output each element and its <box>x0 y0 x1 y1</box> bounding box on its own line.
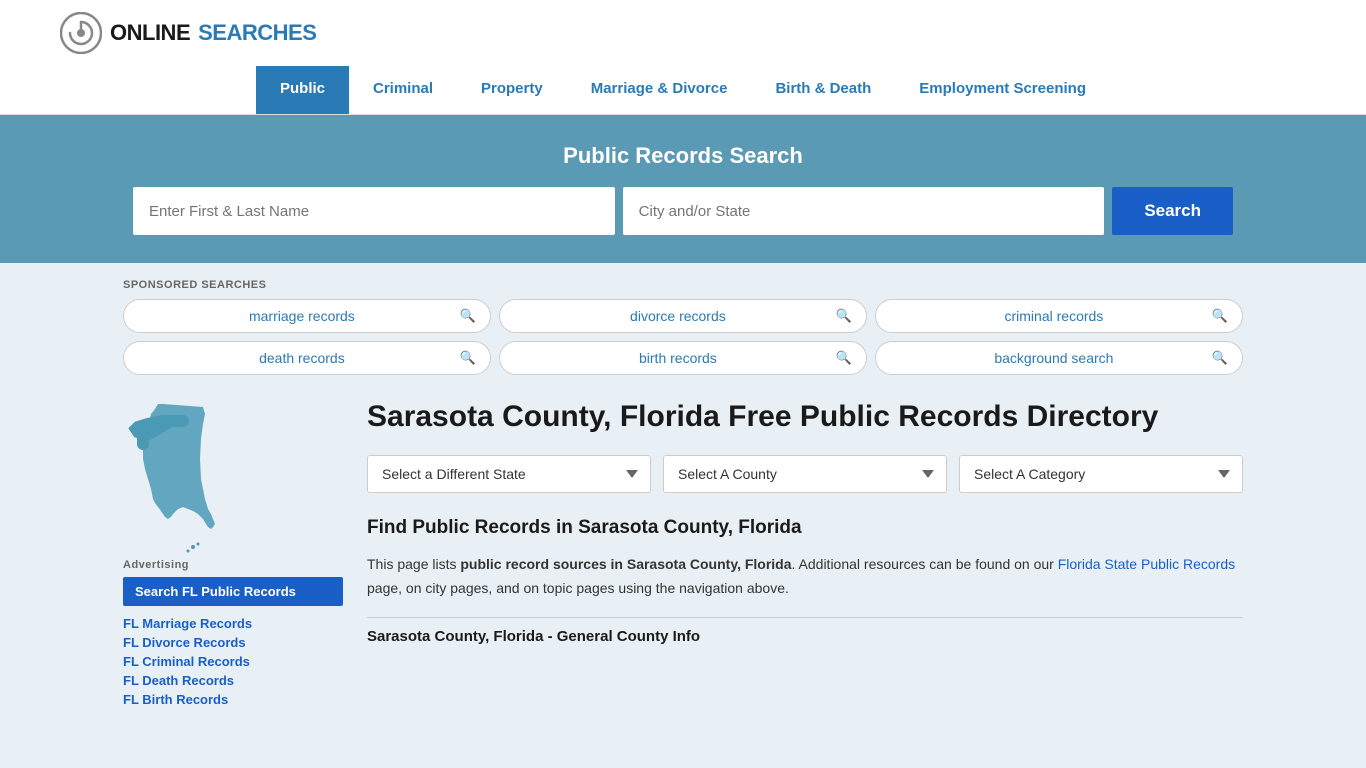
main-panel: Sarasota County, Florida Free Public Rec… <box>367 399 1243 711</box>
sidebar-link-death[interactable]: FL Death Records <box>123 673 343 688</box>
sidebar-link-criminal[interactable]: FL Criminal Records <box>123 654 343 669</box>
sponsored-grid: marriage records 🔍 divorce records 🔍 cri… <box>123 299 1243 375</box>
find-records-text-1: This page lists <box>367 556 460 572</box>
nav-item-property[interactable]: Property <box>457 66 567 114</box>
list-item[interactable]: death records 🔍 <box>123 341 491 375</box>
nav-item-marriage-divorce[interactable]: Marriage & Divorce <box>567 66 752 114</box>
list-item[interactable]: criminal records 🔍 <box>875 299 1243 333</box>
logo-searches: SEARCHES <box>198 20 316 46</box>
search-row: Search <box>133 187 1233 235</box>
main-nav: Public Criminal Property Marriage & Divo… <box>0 66 1366 115</box>
nav-item-public[interactable]: Public <box>256 66 349 114</box>
find-records-text: This page lists public record sources in… <box>367 553 1243 601</box>
search-banner-title: Public Records Search <box>60 143 1306 169</box>
sidebar-link-marriage[interactable]: FL Marriage Records <box>123 616 343 631</box>
content-area: Advertising Search FL Public Records FL … <box>123 399 1243 711</box>
page-title: Sarasota County, Florida Free Public Rec… <box>367 399 1243 435</box>
dropdowns-row: Select a Different State Select A County… <box>367 455 1243 493</box>
county-dropdown[interactable]: Select A County <box>663 455 947 493</box>
sponsored-label: SPONSORED SEARCHES <box>123 279 1243 291</box>
search-icon: 🔍 <box>460 350 476 366</box>
logo-online: ONLINE <box>110 20 190 46</box>
nav-item-employment[interactable]: Employment Screening <box>895 66 1110 114</box>
find-records-section: Find Public Records in Sarasota County, … <box>367 517 1243 645</box>
list-item[interactable]: marriage records 🔍 <box>123 299 491 333</box>
florida-state-records-link[interactable]: Florida State Public Records <box>1058 556 1235 572</box>
logo[interactable]: ONLINE SEARCHES <box>60 12 316 54</box>
nav-item-criminal[interactable]: Criminal <box>349 66 457 114</box>
county-info-header: Sarasota County, Florida - General Count… <box>367 617 1243 645</box>
search-location-input[interactable] <box>623 187 1105 235</box>
category-dropdown[interactable]: Select A Category <box>959 455 1243 493</box>
search-icon: 🔍 <box>1212 308 1228 324</box>
sponsored-birth-records: birth records <box>520 350 836 366</box>
search-name-input[interactable] <box>133 187 615 235</box>
list-item[interactable]: background search 🔍 <box>875 341 1243 375</box>
sidebar-link-divorce[interactable]: FL Divorce Records <box>123 635 343 650</box>
advertising-label: Advertising <box>123 559 343 571</box>
main-content: SPONSORED SEARCHES marriage records 🔍 di… <box>63 263 1303 727</box>
sponsored-divorce-records: divorce records <box>520 308 836 324</box>
find-records-bold: public record sources in Sarasota County… <box>460 556 791 572</box>
search-icon: 🔍 <box>460 308 476 324</box>
sidebar-link-birth[interactable]: FL Birth Records <box>123 692 343 707</box>
florida-map <box>123 399 253 559</box>
nav-item-birth-death[interactable]: Birth & Death <box>751 66 895 114</box>
logo-icon <box>60 12 102 54</box>
search-fl-button[interactable]: Search FL Public Records <box>123 577 343 606</box>
find-records-text-2: . Additional resources can be found on o… <box>792 556 1058 572</box>
search-icon: 🔍 <box>1212 350 1228 366</box>
sponsored-death-records: death records <box>144 350 460 366</box>
search-icon: 🔍 <box>836 308 852 324</box>
sponsored-criminal-records: criminal records <box>896 308 1212 324</box>
sponsored-section: SPONSORED SEARCHES marriage records 🔍 di… <box>123 279 1243 375</box>
sponsored-background-search: background search <box>896 350 1212 366</box>
sidebar: Advertising Search FL Public Records FL … <box>123 399 343 711</box>
find-records-title: Find Public Records in Sarasota County, … <box>367 517 1243 539</box>
find-records-text-3: page, on city pages, and on topic pages … <box>367 580 789 596</box>
search-banner: Public Records Search Search <box>0 115 1366 263</box>
state-dropdown[interactable]: Select a Different State <box>367 455 651 493</box>
sponsored-marriage-records: marriage records <box>144 308 460 324</box>
list-item[interactable]: divorce records 🔍 <box>499 299 867 333</box>
search-icon: 🔍 <box>836 350 852 366</box>
list-item[interactable]: birth records 🔍 <box>499 341 867 375</box>
header: ONLINE SEARCHES <box>0 0 1366 66</box>
search-button[interactable]: Search <box>1112 187 1233 235</box>
